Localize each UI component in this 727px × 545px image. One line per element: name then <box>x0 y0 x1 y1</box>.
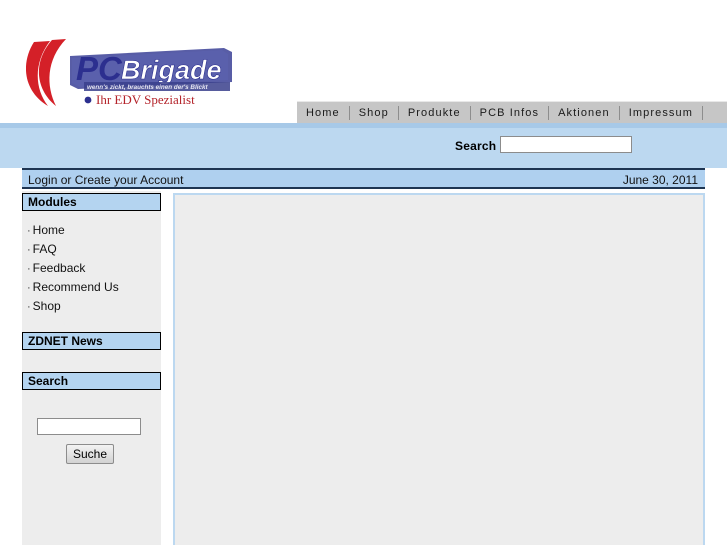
sidebar-block-title-search: Search <box>22 372 161 390</box>
main-content-area <box>173 193 705 545</box>
sidebar-item-label: FAQ <box>32 242 57 256</box>
sidebar-item-feedback[interactable]: · Feedback <box>22 259 161 278</box>
sidebar-item-faq[interactable]: · FAQ <box>22 240 161 259</box>
sidebar-search-input[interactable] <box>37 418 141 435</box>
logo-bullet-icon <box>84 96 92 104</box>
nav-item-pcb-infos[interactable]: PCB Infos <box>471 103 548 123</box>
sidebar-item-label: Home <box>32 223 65 237</box>
sidebar-modules-list: · Home · FAQ · Feedback · Recommend Us · Shop <box>22 221 161 316</box>
sidebar-item-recommend-us[interactable]: · Recommend Us <box>22 278 161 297</box>
header-search-band: Search <box>0 128 727 168</box>
nav-item-aktionen[interactable]: Aktionen <box>549 103 619 123</box>
header-search-label: Search <box>455 139 497 153</box>
logo-swoosh-icon <box>26 39 66 106</box>
logo-slogan: wenn's zickt, brauchts einen der's Blick… <box>87 84 208 91</box>
nav-item-impressum[interactable]: Impressum <box>620 103 702 123</box>
page-body: Modules · Home · FAQ · Feedback · Recommend … <box>0 191 727 545</box>
sidebar-item-home[interactable]: · Home <box>22 221 161 240</box>
site-logo[interactable]: PC Brigade wenn's zickt, brauchts einen … <box>26 36 236 108</box>
sidebar-item-label: Recommend Us <box>32 280 119 294</box>
header-search-row: Search <box>0 128 705 168</box>
sidebar-item-shop[interactable]: · Shop <box>22 297 161 316</box>
nav-item-home[interactable]: Home <box>297 103 349 123</box>
sidebar-block-title-zdnet-news: ZDNET News <box>22 332 161 350</box>
sidebar-item-label: Feedback <box>32 261 86 275</box>
account-bar: Login or Create your Account June 30, 20… <box>22 168 705 189</box>
sidebar-block-title-modules: Modules <box>22 193 161 211</box>
header-search-input[interactable] <box>500 136 632 153</box>
sidebar-item-label: Shop <box>32 299 61 313</box>
sidebar: Modules · Home · FAQ · Feedback · Recommend … <box>22 191 161 545</box>
site-header: PC Brigade wenn's zickt, brauchts einen … <box>0 0 727 123</box>
main-navigation[interactable]: Home Shop Produkte PCB Infos Aktionen Im… <box>297 101 727 123</box>
current-date-label: June 30, 2011 <box>622 173 698 187</box>
logo-tagline: Ihr EDV Spezialist <box>96 92 195 107</box>
nav-item-shop[interactable]: Shop <box>350 103 398 123</box>
logo-text-brigade: Brigade <box>121 55 222 85</box>
nav-item-produkte[interactable]: Produkte <box>399 103 470 123</box>
logo-text-pc: PC <box>76 50 123 87</box>
login-or-create-account-link[interactable]: Login or Create your Account <box>28 173 183 187</box>
nav-separator <box>702 105 704 120</box>
sidebar-search-submit-button[interactable]: Suche <box>66 444 114 464</box>
